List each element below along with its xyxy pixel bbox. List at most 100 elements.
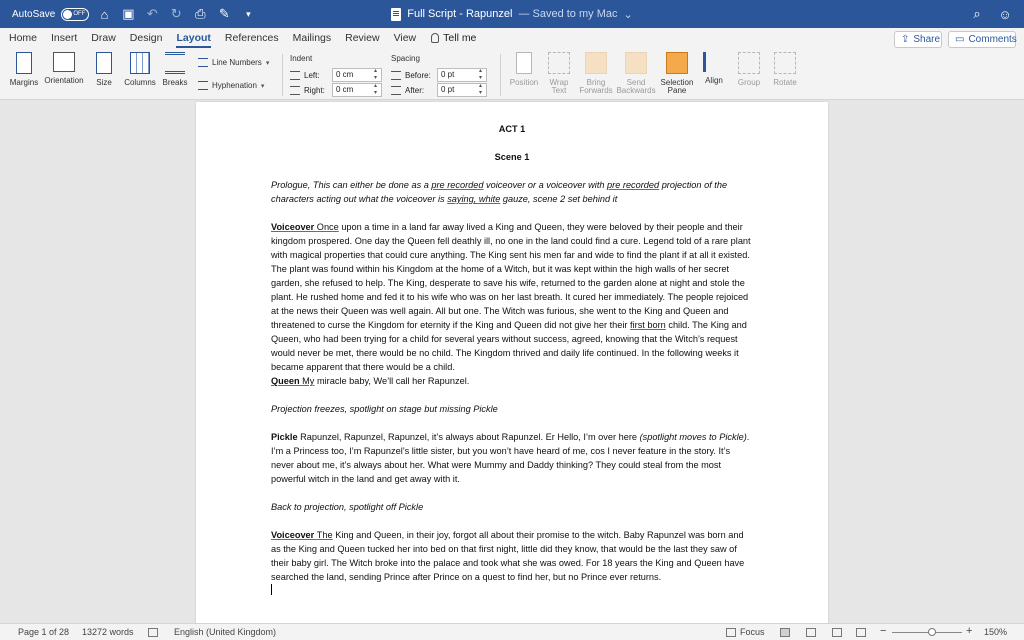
title-chevron-icon: ⌄ xyxy=(623,8,633,21)
margins-icon xyxy=(16,52,32,74)
spacing-after-icon xyxy=(391,85,401,95)
focus-icon[interactable] xyxy=(726,628,736,637)
document-body[interactable]: ACT 1 Scene 1 Prologue, This can either … xyxy=(271,122,753,599)
outline-view-icon[interactable] xyxy=(832,628,842,637)
hyphenation-button[interactable]: Hyphenation ▾ xyxy=(198,81,264,90)
undo-icon[interactable]: ↶ xyxy=(143,5,161,23)
position-button[interactable]: Position xyxy=(506,52,542,87)
edit-icon[interactable]: ✎ xyxy=(215,5,233,23)
zoom-slider[interactable] xyxy=(892,632,962,633)
spelling-flag: The xyxy=(316,530,333,540)
ribbon-tabs: Home Insert Draw Design Layout Reference… xyxy=(0,28,1024,48)
tab-design[interactable]: Design xyxy=(123,28,170,48)
group-icon xyxy=(738,52,760,74)
word-count[interactable]: 13272 words xyxy=(82,627,134,637)
spelling-flag: My xyxy=(302,376,315,386)
align-label: Align xyxy=(705,76,723,85)
search-icon[interactable]: ⌕ xyxy=(968,5,986,23)
selection-pane-button[interactable]: Selection Pane xyxy=(658,52,696,95)
prologue-text: Prologue, This can either be done as a xyxy=(271,180,432,190)
size-button[interactable]: Size xyxy=(90,52,118,87)
document-title: Full Script - Rapunzel xyxy=(407,8,513,20)
spacing-before-label: Before: xyxy=(405,70,431,80)
rotate-button[interactable]: Rotate xyxy=(768,52,802,87)
share-button[interactable]: ⇪ Share xyxy=(894,31,942,48)
proofing-icon[interactable] xyxy=(148,628,158,637)
tab-review[interactable]: Review xyxy=(338,28,386,48)
zoom-out-button[interactable]: − xyxy=(880,625,886,637)
customize-toolbar-icon[interactable]: ▾ xyxy=(239,5,257,23)
speaker-name: Voiceover xyxy=(271,530,317,540)
spacing-before-input[interactable]: 0 pt xyxy=(437,68,487,82)
group-button[interactable]: Group xyxy=(733,52,765,87)
zoom-in-button[interactable]: + xyxy=(966,625,972,637)
speaker-name: Voiceover xyxy=(271,222,317,232)
indent-right-row: Right: 0 cm xyxy=(290,83,382,97)
tab-mailings[interactable]: Mailings xyxy=(286,28,339,48)
redo-icon[interactable]: ↻ xyxy=(167,5,185,23)
tab-insert[interactable]: Insert xyxy=(44,28,84,48)
language[interactable]: English (United Kingdom) xyxy=(174,627,276,637)
comments-label: Comments xyxy=(968,34,1017,45)
spelling-flag: pre recorded xyxy=(607,180,660,190)
autosave-toggle[interactable]: OFF xyxy=(61,7,90,21)
indent-left-label: Left: xyxy=(304,70,320,80)
line-numbers-button[interactable]: Line Numbers ▾ xyxy=(198,58,269,67)
draft-view-icon[interactable] xyxy=(856,628,866,637)
chevron-down-icon: ▾ xyxy=(260,82,265,90)
save-status: — Saved to my Mac xyxy=(518,8,618,20)
spacing-after-input[interactable]: 0 pt xyxy=(437,83,487,97)
autosave-state: OFF xyxy=(73,11,86,17)
tab-references[interactable]: References xyxy=(218,28,286,48)
margins-button[interactable]: Margins xyxy=(8,52,40,87)
indent-label: Indent xyxy=(290,54,313,63)
voiceover-paragraph: Voiceover The King and Queen, in their j… xyxy=(271,528,753,584)
account-icon[interactable]: ☺ xyxy=(996,5,1014,23)
position-label: Position xyxy=(509,78,539,87)
page-count[interactable]: Page 1 of 28 xyxy=(18,627,69,637)
zoom-slider-thumb[interactable] xyxy=(928,628,936,636)
orientation-icon xyxy=(53,52,75,72)
breaks-button[interactable]: Breaks xyxy=(160,52,190,87)
comments-button[interactable]: ▭ Comments xyxy=(948,31,1017,48)
focus-label[interactable]: Focus xyxy=(740,627,765,637)
pickle-paragraph: Pickle Rapunzel, Rapunzel, Rapunzel, it’… xyxy=(271,430,753,486)
document-page[interactable]: ACT 1 Scene 1 Prologue, This can either … xyxy=(196,102,828,623)
print-layout-icon[interactable] xyxy=(780,628,790,637)
align-button[interactable]: Align xyxy=(699,52,729,85)
prologue-paragraph: Prologue, This can either be done as a p… xyxy=(271,178,753,206)
wrap-text-button[interactable]: Wrap Text xyxy=(543,52,575,95)
comment-icon: ▭ xyxy=(955,34,965,45)
spacing-before-row: Before: 0 pt xyxy=(391,68,487,82)
tab-draw[interactable]: Draw xyxy=(84,28,123,48)
tell-me[interactable]: Tell me xyxy=(423,32,476,44)
columns-button[interactable]: Columns xyxy=(122,52,158,87)
indent-right-input[interactable]: 0 cm xyxy=(332,83,382,97)
tab-view[interactable]: View xyxy=(387,28,424,48)
tab-layout[interactable]: Layout xyxy=(169,28,217,48)
orientation-button[interactable]: Orientation xyxy=(42,52,86,85)
send-backwards-icon xyxy=(625,52,647,74)
columns-icon xyxy=(130,52,150,74)
bring-forwards-button[interactable]: Bring Forwards xyxy=(577,52,615,95)
ribbon-divider xyxy=(282,54,283,96)
indent-left-row: Left: 0 cm xyxy=(290,68,382,82)
scene-heading: Scene 1 xyxy=(494,152,530,162)
print-icon[interactable]: ⎙ xyxy=(191,5,209,23)
dialogue-text: Rapunzel, Rapunzel, Rapunzel, it’s alway… xyxy=(297,432,640,442)
web-layout-icon[interactable] xyxy=(806,628,816,637)
breaks-icon xyxy=(165,52,185,74)
save-icon[interactable]: ▣ xyxy=(119,5,137,23)
spacing-label: Spacing xyxy=(391,54,420,63)
autosave-label: AutoSave xyxy=(12,8,56,20)
indent-left-input[interactable]: 0 cm xyxy=(332,68,382,82)
zoom-level[interactable]: 150% xyxy=(984,627,1007,637)
bring-forwards-icon xyxy=(585,52,607,74)
document-canvas[interactable]: ACT 1 Scene 1 Prologue, This can either … xyxy=(0,100,1024,623)
text-cursor-line[interactable] xyxy=(271,584,753,599)
rotate-label: Rotate xyxy=(773,78,797,87)
indent-left-icon xyxy=(290,70,300,80)
send-backwards-button[interactable]: Send Backwards xyxy=(615,52,657,95)
home-icon[interactable]: ⌂ xyxy=(95,5,113,23)
tab-home[interactable]: Home xyxy=(2,28,44,48)
